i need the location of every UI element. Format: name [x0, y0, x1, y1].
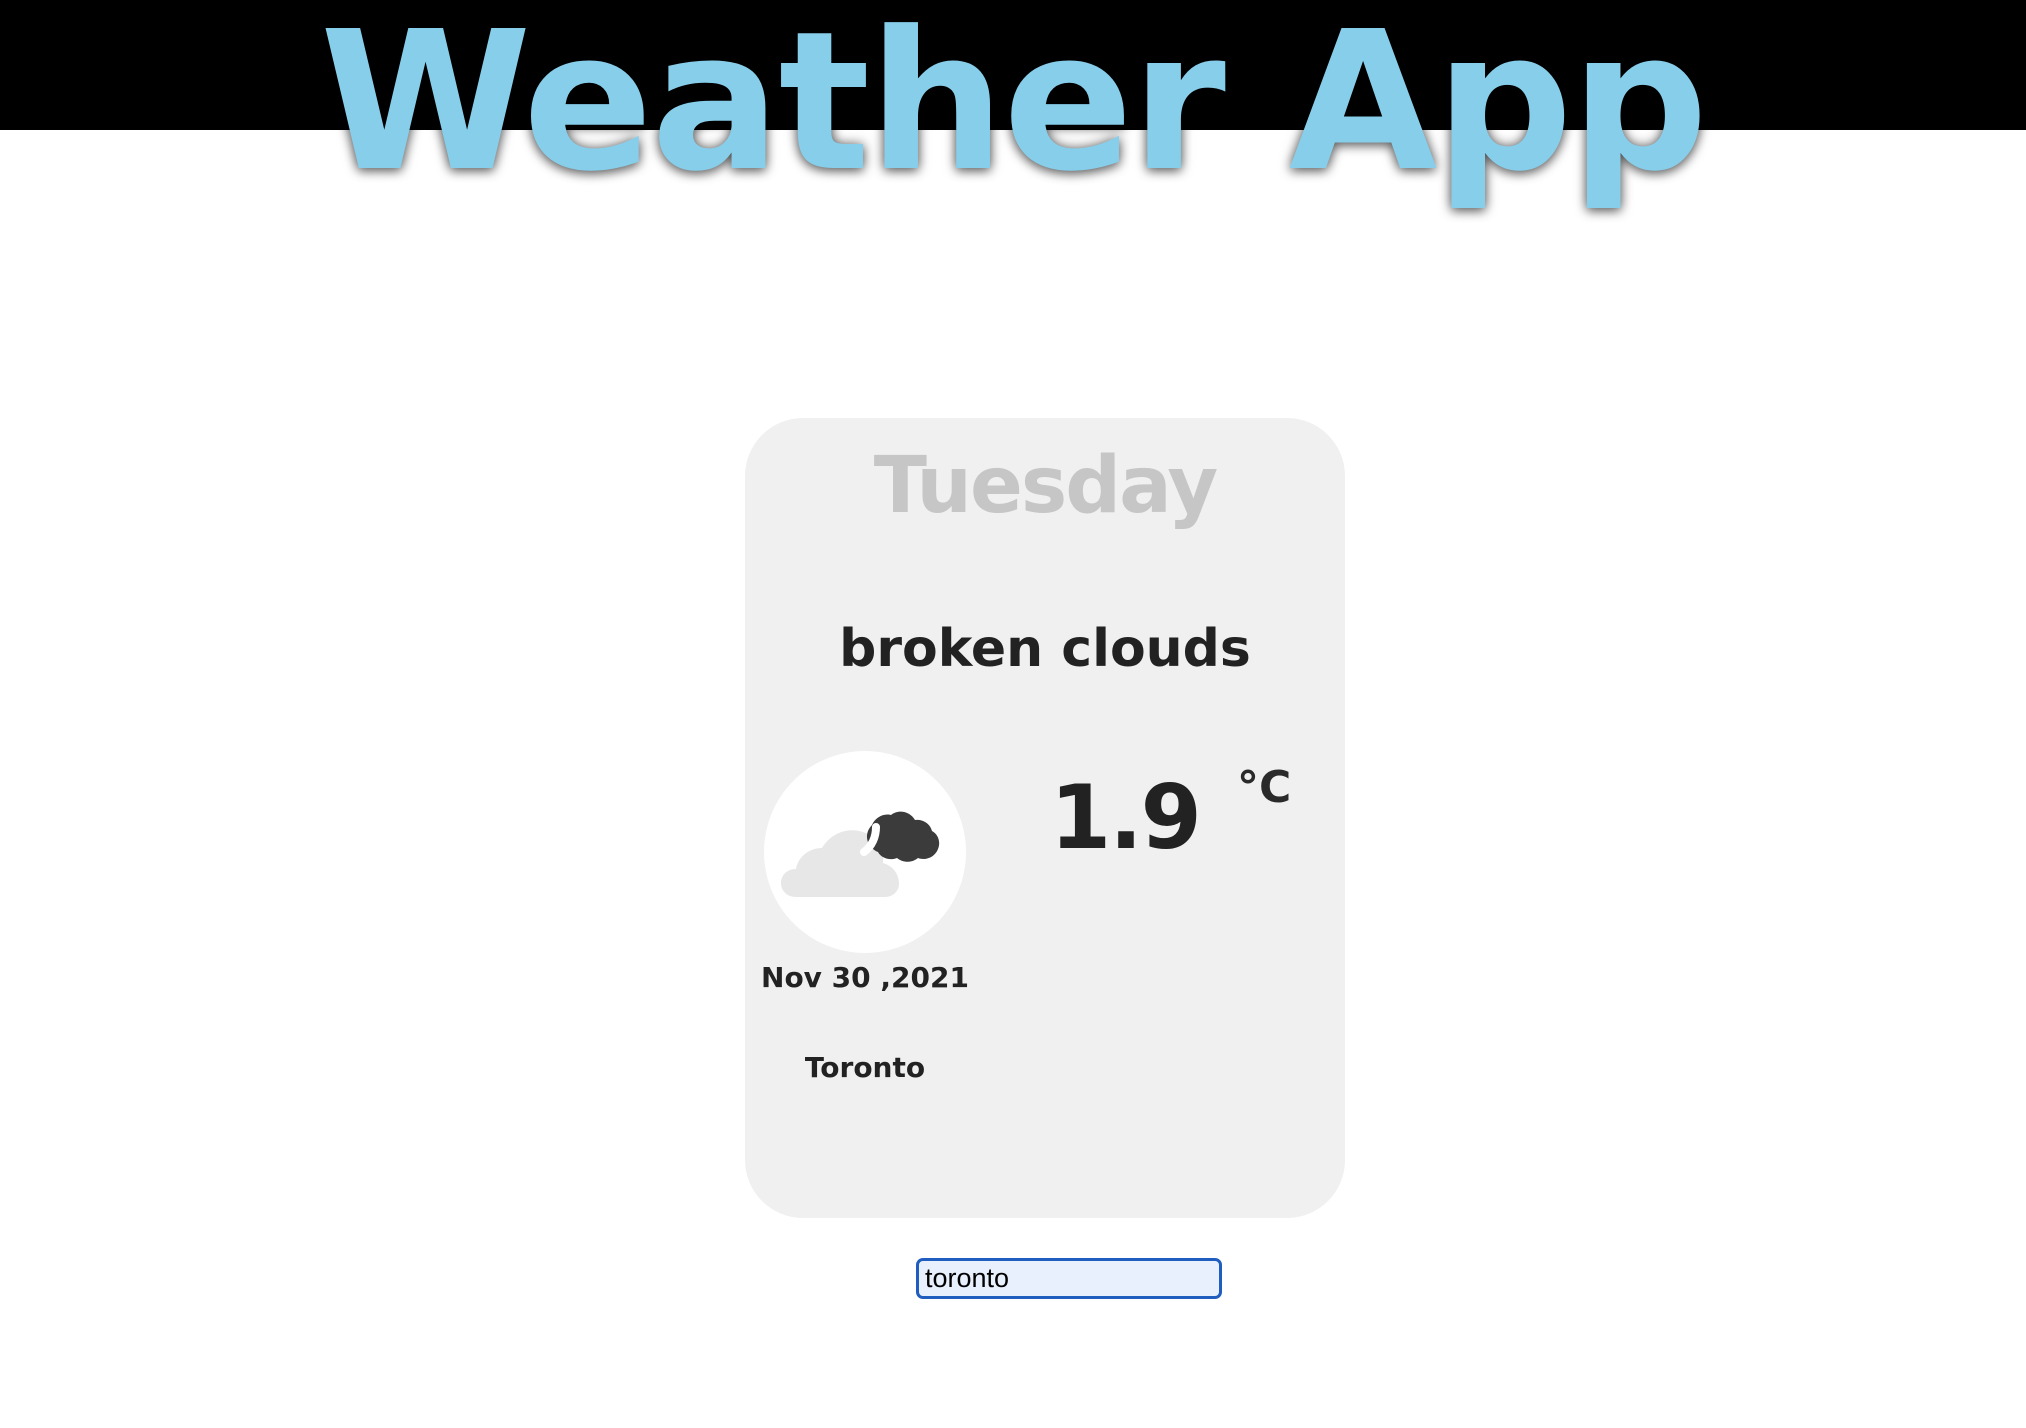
day-name: Tuesday [873, 441, 1218, 531]
weather-icon-container [764, 751, 966, 953]
weather-card: Tuesday broken clouds 1.9 °C Nov 30 ,202… [745, 418, 1345, 1218]
temperature-value: 1.9 [1050, 766, 1202, 869]
weather-app-page: Weather App Tuesday broken clouds 1.9 °C… [0, 0, 2026, 1428]
broken-clouds-icon [781, 811, 940, 897]
city-name: Toronto [804, 1051, 926, 1084]
city-search-input[interactable] [916, 1258, 1222, 1299]
weather-condition: broken clouds [839, 619, 1251, 679]
forecast-date: Nov 30 ,2021 [761, 961, 969, 994]
temperature-unit: °C [1237, 762, 1292, 813]
app-title: Weather App [319, 0, 1708, 214]
